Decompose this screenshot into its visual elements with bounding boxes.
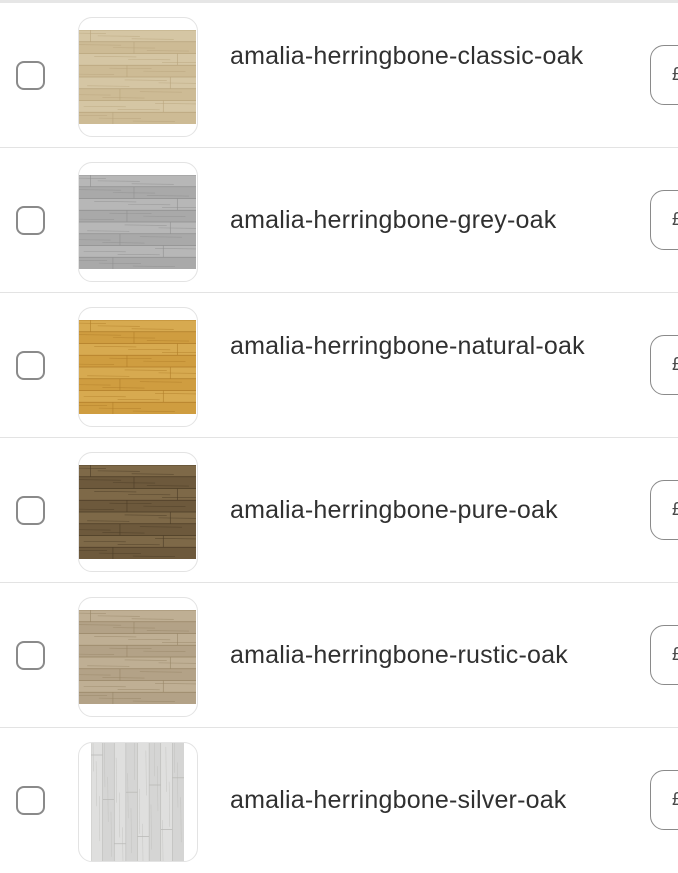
product-title[interactable]: amalia-herringbone-classic-oak <box>230 36 600 76</box>
swatch-plank <box>79 112 196 124</box>
row-checkbox[interactable] <box>16 641 45 670</box>
currency-icon: £ <box>672 209 678 230</box>
row-checkbox[interactable] <box>16 61 45 90</box>
currency-icon: £ <box>672 354 678 375</box>
product-thumbnail[interactable] <box>78 162 198 282</box>
swatch-plank <box>79 669 196 681</box>
silver-oak-swatch <box>91 743 184 862</box>
swatch-plank <box>138 743 150 862</box>
row-checkbox[interactable] <box>16 786 45 815</box>
swatch-plank <box>79 355 196 367</box>
product-thumbnail[interactable] <box>78 17 198 137</box>
swatch-plank <box>79 210 196 222</box>
swatch-plank <box>79 379 196 391</box>
row-action-button[interactable]: £ <box>650 625 678 685</box>
swatch-plank <box>79 465 196 477</box>
table-row[interactable]: amalia-herringbone-pure-oak £ <box>0 438 678 583</box>
product-thumbnail[interactable] <box>78 597 198 717</box>
table-row[interactable]: amalia-herringbone-natural-oak £ <box>0 293 678 438</box>
row-action-button[interactable]: £ <box>650 45 678 105</box>
swatch-plank <box>91 743 103 862</box>
swatch-plank <box>149 743 161 862</box>
natural-oak-swatch <box>79 320 196 414</box>
swatch-plank <box>79 65 196 77</box>
pure-oak-swatch <box>79 465 196 559</box>
rustic-oak-swatch <box>79 610 196 704</box>
swatch-plank <box>79 30 196 42</box>
swatch-plank <box>103 743 115 862</box>
wood-swatch-image <box>79 465 196 559</box>
row-action-button[interactable]: £ <box>650 190 678 250</box>
product-title[interactable]: amalia-herringbone-pure-oak <box>230 490 600 530</box>
swatch-plank <box>79 547 196 559</box>
swatch-plank <box>79 320 196 332</box>
table-row[interactable]: amalia-herringbone-classic-oak £ <box>0 3 678 148</box>
wood-swatch-image <box>91 743 184 862</box>
row-checkbox[interactable] <box>16 351 45 380</box>
swatch-plank <box>79 610 196 622</box>
currency-icon: £ <box>672 644 678 665</box>
grey-oak-swatch <box>79 175 196 269</box>
currency-icon: £ <box>672 789 678 810</box>
swatch-plank <box>79 645 196 657</box>
wood-swatch-image <box>79 30 196 124</box>
product-thumbnail[interactable] <box>78 307 198 427</box>
classic-oak-swatch <box>79 30 196 124</box>
swatch-plank <box>79 500 196 512</box>
wood-swatch-image <box>79 320 196 414</box>
product-title[interactable]: amalia-herringbone-silver-oak <box>230 780 600 820</box>
row-checkbox[interactable] <box>16 206 45 235</box>
swatch-plank <box>161 743 173 862</box>
swatch-plank <box>79 692 196 704</box>
table-row[interactable]: amalia-herringbone-grey-oak £ <box>0 148 678 293</box>
swatch-plank <box>126 743 138 862</box>
product-title[interactable]: amalia-herringbone-natural-oak <box>230 326 600 366</box>
product-title[interactable]: amalia-herringbone-rustic-oak <box>230 635 600 675</box>
row-action-button[interactable]: £ <box>650 770 678 830</box>
product-title[interactable]: amalia-herringbone-grey-oak <box>230 200 600 240</box>
row-checkbox[interactable] <box>16 496 45 525</box>
product-list: amalia-herringbone-classic-oak £ amalia-… <box>0 3 678 873</box>
swatch-plank <box>79 89 196 101</box>
swatch-plank <box>79 402 196 414</box>
swatch-plank <box>79 234 196 246</box>
row-action-button[interactable]: £ <box>650 335 678 395</box>
table-row[interactable]: amalia-herringbone-silver-oak £ <box>0 728 678 873</box>
swatch-plank <box>172 743 184 862</box>
wood-swatch-image <box>79 610 196 704</box>
currency-icon: £ <box>672 499 678 520</box>
product-thumbnail[interactable] <box>78 452 198 572</box>
wood-swatch-image <box>79 175 196 269</box>
swatch-plank <box>79 175 196 187</box>
swatch-plank <box>79 524 196 536</box>
currency-icon: £ <box>672 64 678 85</box>
swatch-plank <box>79 257 196 269</box>
product-thumbnail[interactable] <box>78 742 198 862</box>
table-row[interactable]: amalia-herringbone-rustic-oak £ <box>0 583 678 728</box>
row-action-button[interactable]: £ <box>650 480 678 540</box>
